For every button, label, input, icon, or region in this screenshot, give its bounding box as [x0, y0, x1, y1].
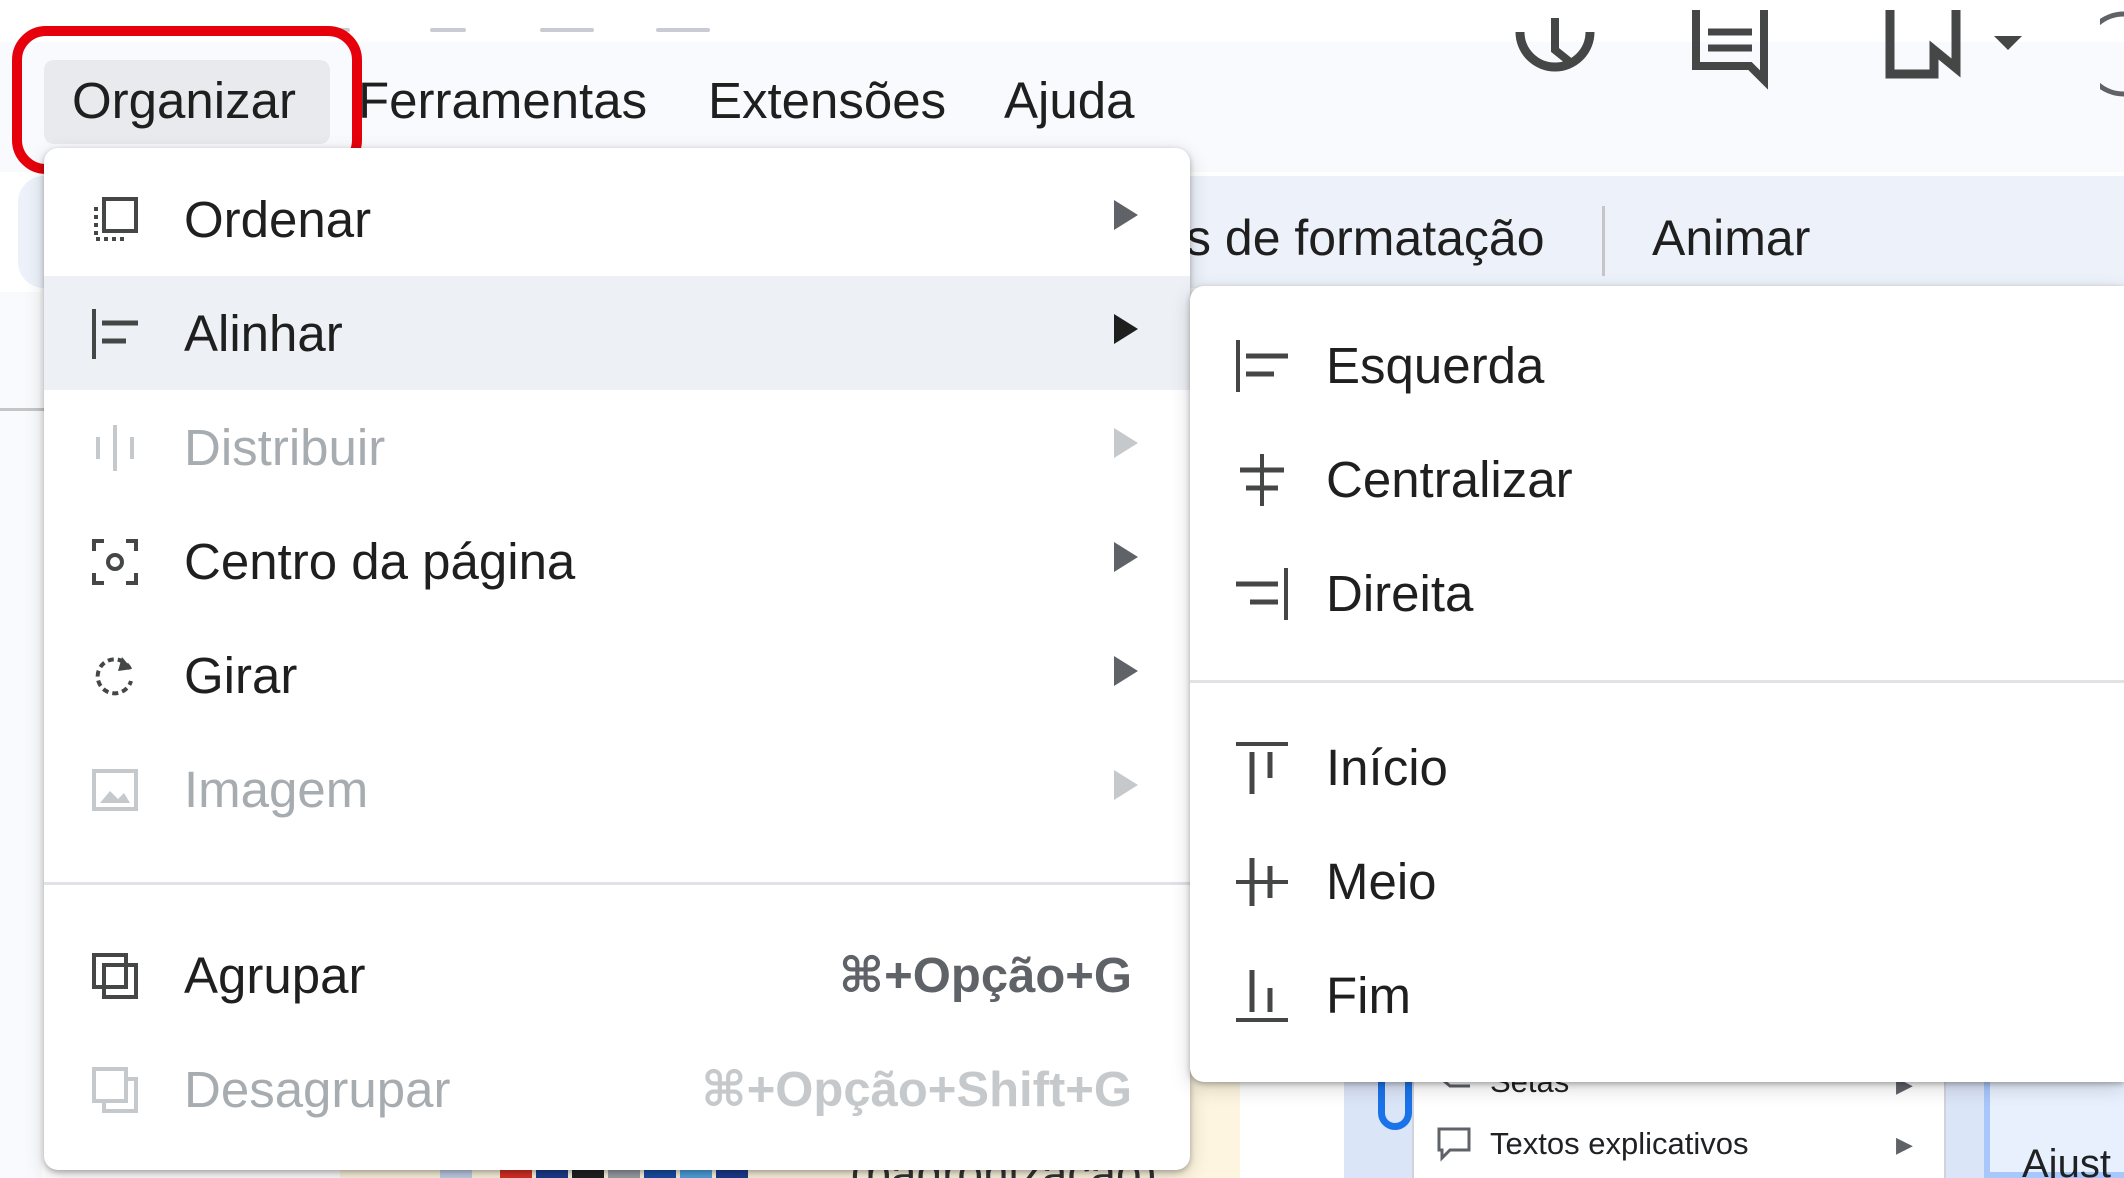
menu-item-label: Ordenar — [184, 191, 372, 248]
shortcut-label: ⌘+Opção+G — [838, 949, 1132, 1003]
menu-separator — [44, 882, 1190, 885]
menu-item-label: Imagem — [184, 761, 369, 818]
submenu-arrow-icon — [1114, 542, 1138, 572]
filmstrip-rail — [0, 292, 42, 1178]
menu-item-imagem[interactable]: Imagem — [44, 732, 1190, 846]
submenu-arrow-icon: ▶ — [1896, 1132, 1913, 1157]
arrange-menu: Ordenar Alinhar Distribuir Centro da pág… — [44, 148, 1190, 1170]
menu-item-label: Alinhar — [184, 305, 343, 362]
order-icon — [94, 197, 138, 241]
menu-item-alinhar[interactable]: Alinhar — [44, 276, 1190, 390]
group-icon — [92, 953, 138, 999]
shortcut-label: ⌘+Opção+Shift+G — [701, 1063, 1132, 1117]
submenu-item-esquerda[interactable]: Esquerda — [1190, 308, 2124, 422]
chevron-down-icon[interactable] — [1990, 30, 2026, 54]
align-submenu: Esquerda Centralizar Direita Início Meio… — [1190, 286, 2124, 1082]
menu-item-agrupar[interactable]: Agrupar ⌘+Opção+G — [44, 918, 1190, 1032]
submenu-item-label: Meio — [1326, 853, 1437, 910]
submenu-item-centralizar[interactable]: Centralizar — [1190, 422, 2124, 536]
history-icon[interactable] — [1510, 10, 1600, 90]
submenu-arrow-icon — [1114, 200, 1138, 230]
animate-button[interactable]: Animar — [1652, 208, 1810, 268]
submenu-item-label: Início — [1326, 739, 1448, 796]
callout-icon — [1437, 1127, 1471, 1162]
submenu-item-fim[interactable]: Fim — [1190, 938, 2124, 1052]
toolbar-divider — [1602, 206, 1605, 276]
menu-item-label: Distribuir — [184, 419, 386, 476]
align-left-icon — [1236, 340, 1288, 392]
adjust-label: Ajust — [2022, 1142, 2111, 1178]
align-middle-icon — [1236, 858, 1288, 906]
menu-item-girar[interactable]: Girar — [44, 618, 1190, 732]
align-left-icon — [92, 309, 138, 359]
image-icon — [92, 769, 138, 811]
submenu-item-label: Centralizar — [1326, 451, 1573, 508]
align-bottom-icon — [1236, 970, 1288, 1022]
submenu-item-meio[interactable]: Meio — [1190, 824, 2124, 938]
center-page-icon — [92, 539, 138, 585]
submenu-arrow-icon — [1114, 656, 1138, 686]
menu-item-distribuir[interactable]: Distribuir — [44, 390, 1190, 504]
ungroup-icon — [92, 1067, 138, 1113]
comments-icon[interactable] — [1690, 10, 1770, 90]
menu-item-label: Agrupar — [184, 947, 366, 1004]
align-right-icon — [1236, 568, 1288, 620]
align-top-icon — [1236, 742, 1288, 794]
cut-off-glyphs — [656, 28, 710, 32]
menu-item-label: Girar — [184, 647, 298, 704]
rail-divider — [0, 408, 46, 411]
menu-extensoes[interactable]: Extensões — [708, 70, 946, 132]
submenu-item-label: Fim — [1326, 967, 1411, 1024]
submenu-item-label: Direita — [1326, 565, 1474, 622]
avatar[interactable] — [2100, 10, 2124, 100]
menu-item-ordenar[interactable]: Ordenar — [44, 162, 1190, 276]
menu-item-label: Desagrupar — [184, 1061, 451, 1118]
menu-item-label: Centro da página — [184, 533, 576, 590]
menu-ferramentas[interactable]: Ferramentas — [358, 70, 647, 132]
format-options-button[interactable]: s de formatação — [1186, 208, 1545, 268]
submenu-arrow-icon — [1114, 770, 1138, 800]
cut-off-glyphs — [540, 28, 594, 32]
menu-item-centro-da-pagina[interactable]: Centro da página — [44, 504, 1190, 618]
submenu-arrow-icon — [1114, 428, 1138, 458]
distribute-icon — [96, 425, 134, 471]
align-center-icon — [1240, 454, 1284, 506]
submenu-item-inicio[interactable]: Início — [1190, 710, 2124, 824]
submenu-arrow-icon — [1114, 314, 1138, 344]
shapes-item-textos-explicativos[interactable]: Textos explicativos — [1490, 1126, 1748, 1162]
video-call-icon[interactable] — [1884, 10, 1964, 90]
cut-off-glyphs — [430, 28, 466, 32]
submenu-item-label: Esquerda — [1326, 337, 1545, 394]
menu-separator — [1190, 680, 2124, 683]
menu-item-desagrupar[interactable]: Desagrupar ⌘+Opção+Shift+G — [44, 1032, 1190, 1146]
submenu-item-direita[interactable]: Direita — [1190, 536, 2124, 650]
menu-ajuda[interactable]: Ajuda — [1004, 70, 1134, 132]
rotate-icon — [95, 657, 133, 696]
